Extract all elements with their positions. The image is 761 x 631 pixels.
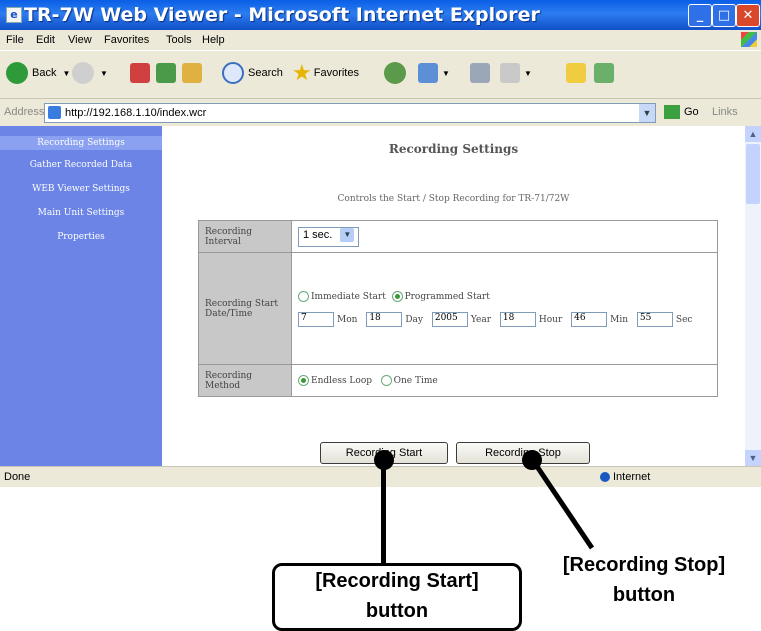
start-callout-line2: button bbox=[365, 600, 429, 622]
recording-stop-callout: [Recording Stop] button bbox=[532, 550, 756, 612]
start-callout-line1: [Recording Start] bbox=[315, 570, 479, 592]
stop-callout-line2: button bbox=[612, 584, 676, 606]
recording-start-callout: [Recording Start] button bbox=[272, 563, 522, 631]
stop-pointer-line bbox=[531, 460, 595, 550]
stop-callout-line1: [Recording Stop] bbox=[562, 554, 726, 576]
